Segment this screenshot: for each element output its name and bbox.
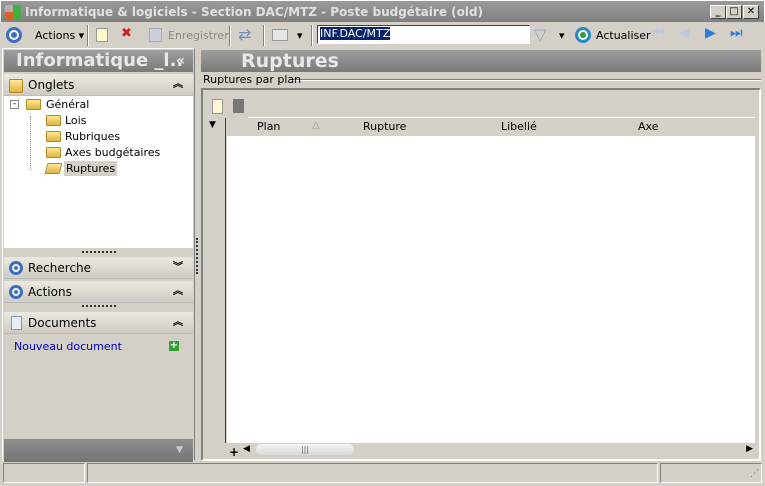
tabs-tree: - Général Lois Rubriques Axes budgétaire…: [4, 96, 193, 248]
add-icon[interactable]: +: [169, 341, 179, 351]
chevron-up-icon[interactable]: ︽: [173, 312, 183, 334]
search-value: INF.DAC/MTZ: [320, 27, 391, 40]
column-header-libelle[interactable]: Libellé: [501, 120, 537, 133]
grid-body: [227, 136, 755, 443]
new-icon[interactable]: [96, 28, 108, 42]
actions-icon: [6, 27, 22, 43]
new-row-icon[interactable]: [212, 99, 223, 114]
maximize-button[interactable]: □: [726, 5, 742, 19]
grid-header: Plan △ Rupture Libellé Axe: [227, 118, 755, 136]
status-bar: ⋰: [3, 463, 762, 483]
previous-record-icon[interactable]: ◀: [679, 25, 690, 41]
app-logo-icon: [5, 5, 21, 20]
window-title: Informatique & logiciels - Section DAC/M…: [25, 5, 484, 19]
section-recherche[interactable]: Recherche ︾: [4, 257, 193, 279]
group-line: [289, 79, 761, 81]
scroll-right-icon[interactable]: ▶: [746, 444, 753, 454]
sort-ascending-icon: △: [312, 120, 320, 131]
minimize-button[interactable]: _: [710, 5, 726, 19]
separator: [263, 25, 265, 46]
search-input[interactable]: INF.DAC/MTZ: [317, 25, 530, 44]
left-panel-header: Informatique _l.. «: [4, 50, 193, 72]
folder-icon: [46, 115, 61, 126]
open-folder-icon: [44, 163, 63, 174]
column-chooser-icon[interactable]: ▼: [209, 120, 216, 130]
section-documents[interactable]: Documents ︽: [4, 312, 193, 334]
section-label: Onglets: [28, 78, 75, 92]
actions-menu-button[interactable]: Actions ▾: [35, 26, 84, 45]
title-bar: Informatique & logiciels - Section DAC/M…: [0, 0, 765, 22]
tree-item-ruptures[interactable]: Ruptures: [64, 161, 118, 176]
left-panel-footer: ▼: [4, 439, 193, 462]
separator: [229, 25, 231, 46]
tree-item-rubriques[interactable]: Rubriques: [65, 130, 120, 143]
add-row-button[interactable]: +: [229, 445, 239, 459]
tree-item-lois[interactable]: Lois: [65, 114, 86, 127]
column-header-axe[interactable]: Axe: [638, 120, 658, 133]
actions-label: Actions: [35, 29, 76, 42]
separator: [311, 25, 313, 46]
tree-item-general[interactable]: Général: [46, 98, 89, 111]
chevron-down-icon[interactable]: ︾: [173, 257, 183, 279]
search-section-icon: [9, 261, 23, 275]
left-panel-title: Informatique _l..: [16, 50, 184, 71]
status-panel: [660, 463, 762, 483]
main-header: Ruptures: [201, 50, 761, 72]
row-indicator-column: ▼: [205, 118, 226, 443]
horizontal-scrollbar[interactable]: ◀ ||| ▶: [241, 443, 755, 457]
tree-item-axes-budgetaires[interactable]: Axes budgétaires: [65, 146, 160, 159]
chevron-up-icon[interactable]: ︽: [173, 281, 183, 303]
chevron-down-icon[interactable]: ▼: [176, 445, 183, 455]
print-dropdown[interactable]: ▾: [297, 26, 303, 45]
section-label: Documents: [28, 316, 97, 330]
splitter-handle[interactable]: [82, 251, 116, 254]
refresh-icon: [575, 27, 591, 43]
tree-collapse-toggle[interactable]: -: [10, 100, 19, 109]
splitter-handle[interactable]: [82, 305, 116, 308]
refresh-button[interactable]: Actualiser: [596, 26, 651, 45]
filter-icon[interactable]: ▽: [534, 25, 546, 44]
new-document-link[interactable]: Nouveau document: [14, 340, 122, 353]
first-record-icon[interactable]: ⏮: [652, 25, 665, 41]
status-panel: [87, 463, 658, 483]
delete-icon[interactable]: ✖: [121, 26, 132, 41]
sync-icon[interactable]: ⇄: [238, 25, 251, 44]
actions-section-icon: [9, 285, 23, 299]
edit-row-icon[interactable]: [233, 99, 244, 113]
section-onglets[interactable]: Onglets ︽: [4, 74, 193, 96]
scroll-left-icon[interactable]: ◀: [243, 444, 250, 454]
folder-icon: [46, 131, 61, 142]
group-label: Ruptures par plan: [203, 73, 302, 86]
save-button[interactable]: Enregistrer: [168, 26, 229, 45]
scroll-thumb[interactable]: |||: [256, 444, 354, 455]
section-actions[interactable]: Actions ︽: [4, 281, 193, 303]
vertical-splitter[interactable]: [196, 238, 198, 274]
column-header-plan[interactable]: Plan: [257, 120, 280, 133]
resize-grip-icon[interactable]: ⋰: [750, 469, 759, 479]
separator: [87, 25, 89, 46]
last-record-icon[interactable]: ⏭: [730, 25, 743, 41]
folder-icon: [26, 99, 41, 110]
column-header-rupture[interactable]: Rupture: [363, 120, 406, 133]
save-icon[interactable]: [149, 28, 162, 42]
print-icon[interactable]: [272, 29, 288, 41]
close-button[interactable]: ✕: [743, 5, 759, 19]
folder-icon: [9, 79, 23, 93]
filter-dropdown[interactable]: ▾: [559, 26, 565, 45]
folder-icon: [46, 147, 61, 158]
collapse-panel-button[interactable]: «: [176, 50, 185, 72]
next-record-icon[interactable]: ▶: [705, 25, 716, 41]
status-panel: [3, 463, 85, 483]
chevron-up-icon[interactable]: ︽: [173, 74, 183, 96]
document-icon: [11, 316, 22, 330]
tree-line: [30, 116, 31, 170]
section-label: Recherche: [28, 261, 92, 275]
section-label: Actions: [28, 285, 72, 299]
